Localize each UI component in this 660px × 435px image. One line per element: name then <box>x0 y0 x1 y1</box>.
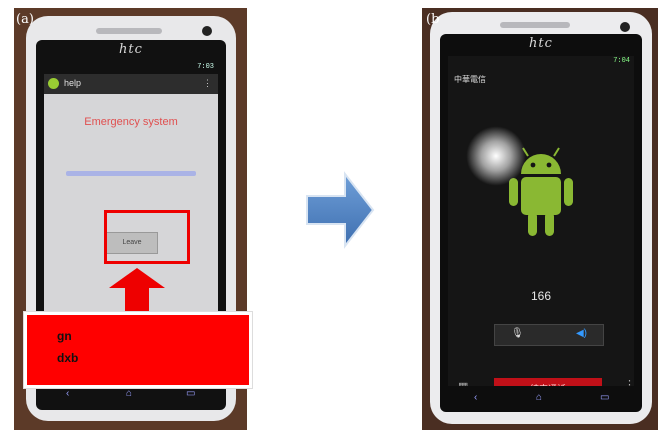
android-nav-bar: ‹ ⌂ ▭ <box>448 390 634 408</box>
status-bar: 7:03 <box>44 62 218 74</box>
phone-bezel: htc 7:04 中華電信 166 🎙 ◀) ⋮ ‹ ⌂ ▭ <box>440 34 642 412</box>
leave-button-highlight-frame <box>104 210 190 264</box>
front-camera <box>620 22 630 32</box>
right-arrow-icon <box>306 171 375 249</box>
panel-label-a: (a) <box>16 12 34 27</box>
home-icon[interactable]: ⌂ <box>126 388 132 399</box>
status-time: 7:04 <box>613 57 630 65</box>
call-controls-bar: 🎙 ◀) <box>494 324 604 346</box>
camera-flash-glare <box>466 126 526 186</box>
front-camera <box>202 26 212 36</box>
up-arrow-stem <box>125 288 149 312</box>
end-call-button[interactable]: 結束通話 <box>494 378 602 386</box>
more-options-icon[interactable]: ⋮ <box>624 378 634 386</box>
up-arrow-icon <box>109 268 165 288</box>
home-icon[interactable]: ⌂ <box>536 392 542 403</box>
android-app-icon <box>48 78 59 89</box>
panel-label-b: (b <box>426 12 440 27</box>
earpiece-speaker <box>500 22 570 28</box>
caller-number: 166 <box>530 289 552 303</box>
earpiece-speaker <box>96 28 162 34</box>
android-nav-bar: ‹ ⌂ ▭ <box>44 386 218 404</box>
status-time: 7:03 <box>197 63 214 71</box>
speakerphone-icon[interactable]: ◀) <box>576 328 587 339</box>
overflow-menu-icon[interactable]: ⋮ <box>203 78 212 89</box>
mute-microphone-icon[interactable]: 🎙 <box>511 328 524 339</box>
phone-brand-logo: htc <box>119 42 143 57</box>
phone-brand-logo: htc <box>529 36 553 51</box>
status-message-line <box>66 171 196 176</box>
back-icon[interactable]: ‹ <box>474 392 477 403</box>
back-icon[interactable]: ‹ <box>66 388 69 399</box>
phone-screen: 7:04 中華電信 166 🎙 ◀) ⋮ <box>448 56 634 386</box>
carrier-name: 中華電信 <box>454 75 486 84</box>
callout-box: gn dxb <box>24 312 252 388</box>
recent-apps-icon[interactable]: ▭ <box>186 388 195 399</box>
dialpad-icon[interactable]: ▦ <box>458 380 468 386</box>
callout-line-2: dxb <box>57 351 79 365</box>
app-action-bar: help ⋮ <box>44 74 218 94</box>
emergency-system-title: Emergency system <box>84 116 178 128</box>
app-title: help <box>64 78 82 88</box>
recent-apps-icon[interactable]: ▭ <box>600 392 609 403</box>
status-bar: 7:04 <box>448 56 634 68</box>
phone-photo-b: htc 7:04 中華電信 166 🎙 ◀) ⋮ ‹ ⌂ ▭ <box>422 8 658 430</box>
callout-line-1: gn <box>57 329 72 343</box>
phone-body: htc 7:04 中華電信 166 🎙 ◀) ⋮ ‹ ⌂ ▭ <box>430 12 652 424</box>
